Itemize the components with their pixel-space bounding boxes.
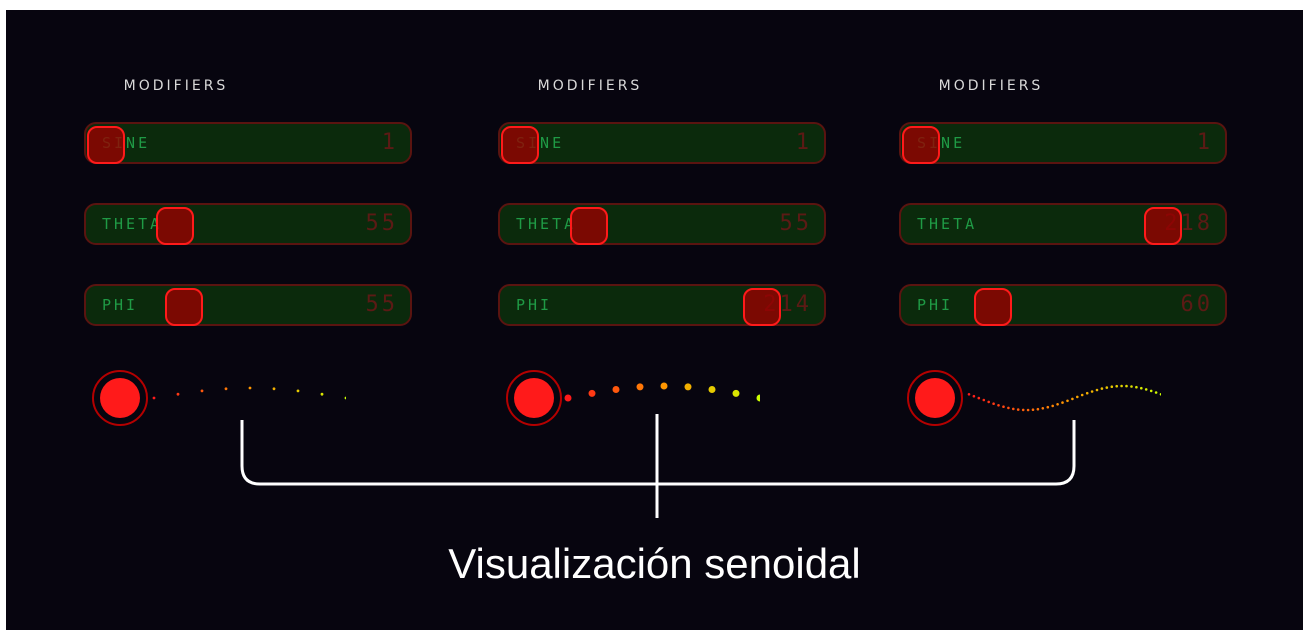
stage: MODIFIERS SINE 1 THETA 55 PHI 55 MODIFIE… — [6, 10, 1303, 630]
caption: Visualización senoidal — [448, 540, 861, 587]
annotation-bracket — [240, 414, 1076, 518]
